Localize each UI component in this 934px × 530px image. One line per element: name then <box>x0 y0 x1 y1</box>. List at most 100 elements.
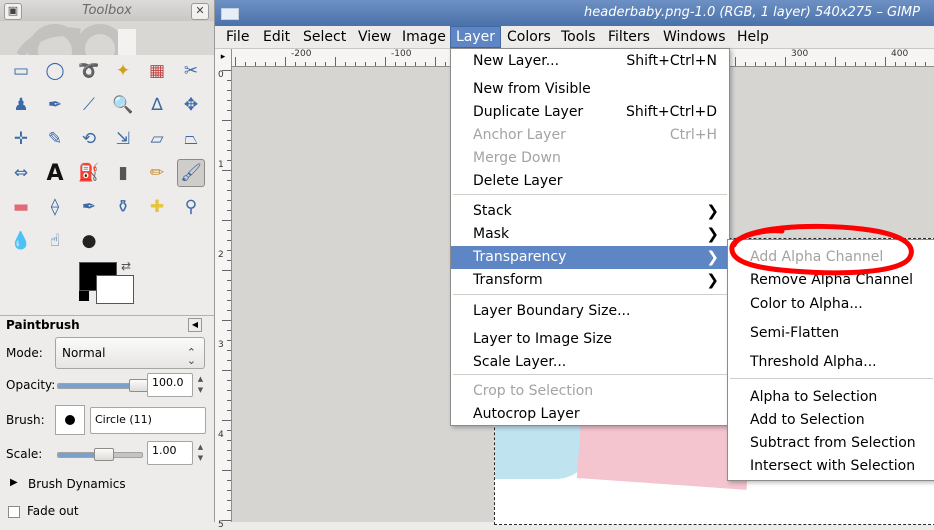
menu-item-label: Layer to Image Size <box>473 331 613 347</box>
layer-menu-item-new-layer[interactable]: New Layer... Shift+Ctrl+N <box>451 50 729 73</box>
transparency-menu-item-alpha-to-selection[interactable]: Alpha to Selection <box>728 386 934 409</box>
clone-tool-icon[interactable]: ⚱ <box>109 193 137 221</box>
layer-menu-item-delete-layer[interactable]: Delete Layer <box>451 170 729 193</box>
foreground-select-tool-icon[interactable]: ♟ <box>7 91 35 119</box>
brush-dynamics-expander[interactable]: Brush Dynamics <box>28 477 126 491</box>
mode-select[interactable]: Normal ⌃ ⌄ <box>55 337 205 369</box>
rotate-tool-icon[interactable]: ⟲ <box>75 125 103 153</box>
scissors-select-tool-icon[interactable]: ✂ <box>177 57 205 85</box>
free-select-tool-icon[interactable]: ➰ <box>75 57 103 85</box>
menu-image[interactable]: Image <box>397 26 451 48</box>
transparency-menu-item-intersect-with-selection[interactable]: Intersect with Selection <box>728 455 934 478</box>
paintbrush-tool-icon[interactable]: 🖌 <box>177 159 205 187</box>
scale-tool-icon[interactable]: ⇲ <box>109 125 137 153</box>
crop-tool-icon[interactable]: ✎ <box>41 125 69 153</box>
move-tool-icon[interactable]: ✥ <box>177 91 205 119</box>
fade-out-checkbox[interactable] <box>8 506 20 518</box>
shear-tool-icon[interactable]: ▱ <box>143 125 171 153</box>
heal-tool-icon[interactable]: ✚ <box>143 193 171 221</box>
blend-tool-icon[interactable]: ▮ <box>109 159 137 187</box>
airbrush-tool-icon[interactable]: ⟠ <box>41 193 69 221</box>
background-color-swatch[interactable] <box>96 275 134 304</box>
flip-tool-icon[interactable]: ⇔ <box>7 159 35 187</box>
transparency-menu-item-semi-flatten[interactable]: Semi-Flatten <box>728 322 934 345</box>
brush-preview-button[interactable] <box>55 405 85 435</box>
ruler-tick <box>345 62 346 66</box>
menu-colors[interactable]: Colors <box>502 26 556 48</box>
transparency-menu-item-threshold-alpha[interactable]: Threshold Alpha... <box>728 351 934 374</box>
ruler-tick-label: 4 <box>218 430 224 440</box>
image-window-titlebar[interactable]: headerbaby.png-1.0 (RGB, 1 layer) 540x27… <box>215 0 934 26</box>
menu-select[interactable]: Select <box>298 26 351 48</box>
layer-menu-item-merge-down[interactable]: Merge Down <box>451 147 729 170</box>
ruler-tick <box>265 62 266 66</box>
menu-windows[interactable]: Windows <box>658 26 731 48</box>
color-picker-tool-icon[interactable]: ⟋ <box>75 91 103 119</box>
color-select-tool-icon[interactable]: ▦ <box>143 57 171 85</box>
layer-menu-item-mask[interactable]: Mask ❯ <box>451 223 729 246</box>
menu-view[interactable]: View <box>353 26 396 48</box>
perspective-clone-tool-icon[interactable]: ⚲ <box>177 193 205 221</box>
menu-item-label: Layer Boundary Size... <box>473 303 631 319</box>
menu-tools[interactable]: Tools <box>556 26 601 48</box>
eraser-tool-icon[interactable]: ▬ <box>7 193 35 221</box>
swap-colors-icon[interactable]: ⇄ <box>121 259 131 273</box>
menu-edit[interactable]: Edit <box>258 26 295 48</box>
blur-sharpen-tool-icon[interactable]: 💧 <box>7 227 35 255</box>
brush-name-field[interactable]: Circle (11) <box>90 407 206 434</box>
pencil-tool-icon[interactable]: ✏ <box>143 159 171 187</box>
layer-menu-item-layer-to-image-size[interactable]: Layer to Image Size <box>451 328 729 351</box>
layer-menu-item-transparency[interactable]: Transparency ❯ <box>451 246 729 269</box>
layer-menu-item-scale-layer[interactable]: Scale Layer... <box>451 351 729 374</box>
layer-menu-item-autocrop-layer[interactable]: Autocrop Layer <box>451 403 729 426</box>
text-tool-icon[interactable]: A <box>41 159 69 187</box>
menu-help[interactable]: Help <box>732 26 774 48</box>
quick-mask-menu-icon[interactable]: ▸ <box>215 49 232 67</box>
opacity-slider-knob[interactable] <box>129 379 149 392</box>
scale-slider-knob[interactable] <box>94 448 115 461</box>
opacity-input[interactable]: 100.0 <box>147 373 193 397</box>
perspective-tool-icon[interactable]: ⏢ <box>177 125 205 153</box>
menu-file[interactable]: File <box>221 26 254 48</box>
paths-tool-icon[interactable]: ✒ <box>41 91 69 119</box>
transparency-menu-item-subtract-from-selection[interactable]: Subtract from Selection <box>728 432 934 455</box>
layer-menu-item-anchor-layer[interactable]: Anchor Layer Ctrl+H <box>451 124 729 147</box>
ruler-tick <box>775 62 776 66</box>
default-colors-icon[interactable] <box>79 291 89 301</box>
ellipse-select-tool-icon[interactable]: ◯ <box>41 57 69 85</box>
layer-menu-item-new-from-visible[interactable]: New from Visible <box>451 78 729 101</box>
layer-menu-item-layer-boundary-size[interactable]: Layer Boundary Size... <box>451 300 729 323</box>
ink-tool-icon[interactable]: ✒ <box>75 193 103 221</box>
expander-arrow-icon[interactable]: ▶ <box>10 477 18 488</box>
menu-filters[interactable]: Filters <box>603 26 655 48</box>
layer-menu-item-crop-to-selection[interactable]: Crop to Selection <box>451 380 729 403</box>
transparency-menu-item-color-to-alpha[interactable]: Color to Alpha... <box>728 293 934 316</box>
ruler-tick <box>395 62 396 66</box>
wilber-drop-area[interactable] <box>0 21 214 55</box>
layer-menu-item-transform[interactable]: Transform ❯ <box>451 269 729 292</box>
align-tool-icon[interactable]: ✛ <box>7 125 35 153</box>
vertical-ruler[interactable]: 012345 <box>215 66 232 530</box>
window-menu-icon[interactable] <box>221 8 239 20</box>
layer-menu-item-duplicate-layer[interactable]: Duplicate Layer Shift+Ctrl+D <box>451 101 729 124</box>
dodge-burn-tool-icon[interactable]: ● <box>75 227 103 255</box>
menu-layer[interactable]: Layer <box>450 26 502 48</box>
measure-tool-icon[interactable]: ∆ <box>143 91 171 119</box>
toolbox-titlebar[interactable]: ▣ Toolbox ✕ <box>0 0 214 22</box>
panel-menu-icon[interactable]: ◀ <box>188 318 202 332</box>
ruler-tick <box>227 140 231 141</box>
smudge-tool-icon[interactable]: ☝ <box>41 227 69 255</box>
bucket-fill-tool-icon[interactable]: ⛽ <box>75 159 103 187</box>
ruler-tick <box>905 62 906 66</box>
fuzzy-select-tool-icon[interactable]: ✦ <box>109 57 137 85</box>
submenu-arrow-icon: ❯ <box>706 202 719 220</box>
scale-input[interactable]: 1.00 <box>147 441 193 465</box>
transparency-menu-item-add-to-selection[interactable]: Add to Selection <box>728 409 934 432</box>
rect-select-tool-icon[interactable]: ▭ <box>7 57 35 85</box>
opacity-spinner[interactable]: ▲ ▼ <box>195 374 206 396</box>
scale-spinner[interactable]: ▲ ▼ <box>195 442 206 464</box>
ruler-tick <box>305 62 306 66</box>
close-icon[interactable]: ✕ <box>191 3 209 20</box>
layer-menu-item-stack[interactable]: Stack ❯ <box>451 200 729 223</box>
zoom-tool-icon[interactable]: 🔍 <box>109 91 137 119</box>
